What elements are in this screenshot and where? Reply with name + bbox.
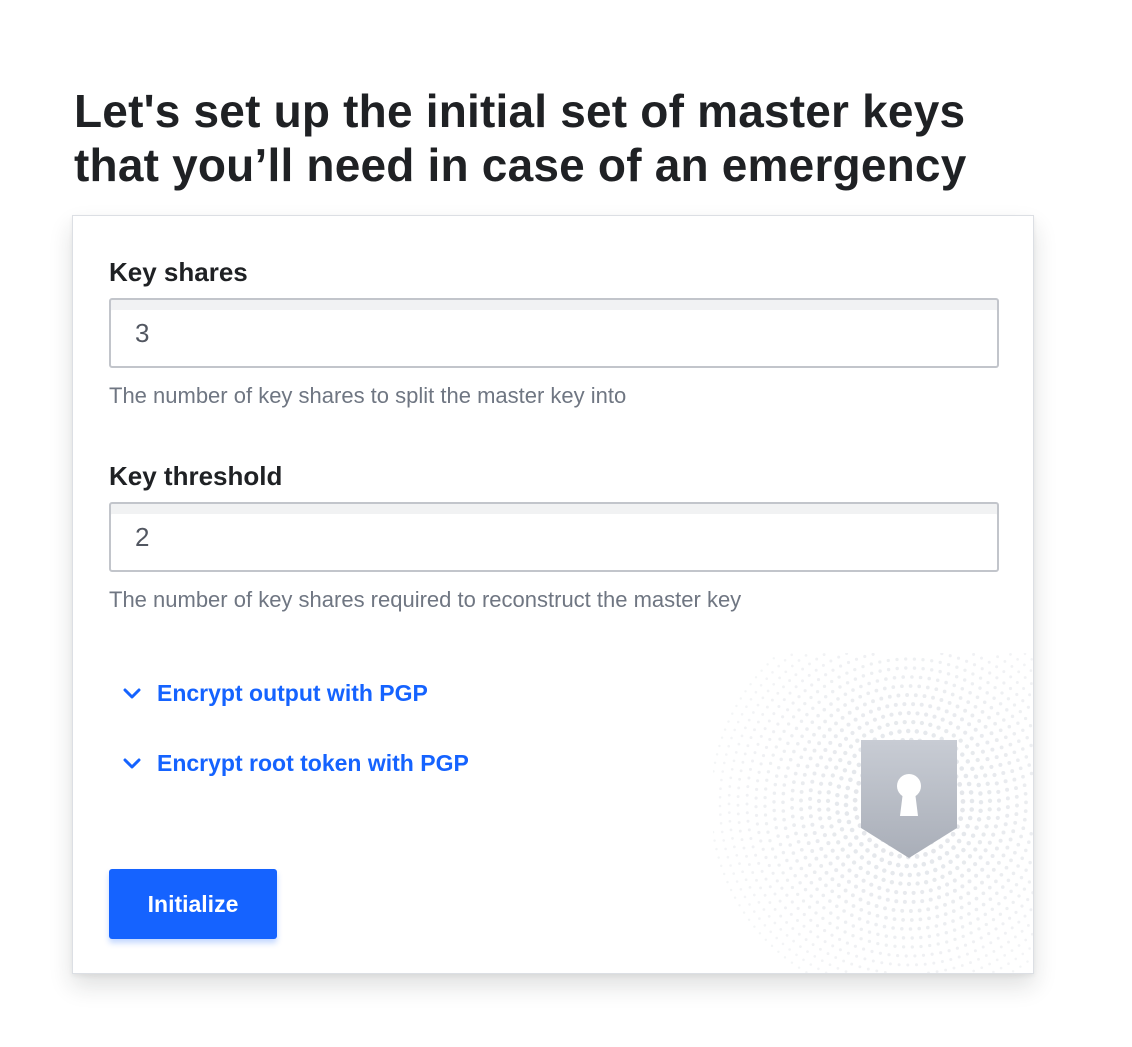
key-threshold-label: Key threshold [109, 461, 283, 491]
key-threshold-field: Key threshold The number of key shares r… [109, 460, 999, 614]
chevron-down-icon [123, 688, 141, 699]
page-title: Let's set up the initial set of master k… [74, 85, 967, 191]
key-shares-field: Key shares The number of key shares to s… [109, 256, 999, 410]
encrypt-root-token-pgp-label: Encrypt root token with PGP [157, 750, 469, 776]
encrypt-output-pgp-label: Encrypt output with PGP [157, 680, 428, 706]
key-threshold-input[interactable] [109, 502, 999, 572]
dotted-pattern-decoration [713, 653, 1033, 973]
keyhole-shield-icon [861, 740, 957, 858]
encrypt-output-pgp-toggle[interactable]: Encrypt output with PGP [119, 678, 428, 708]
key-shares-input[interactable] [109, 298, 999, 368]
chevron-down-icon [123, 758, 141, 769]
key-shares-label: Key shares [109, 257, 248, 287]
init-form-card: Key shares The number of key shares to s… [72, 215, 1034, 974]
encrypt-root-token-pgp-toggle[interactable]: Encrypt root token with PGP [119, 748, 469, 778]
key-shares-help: The number of key shares to split the ma… [109, 383, 627, 408]
initialize-button[interactable]: Initialize [109, 869, 277, 939]
key-threshold-help: The number of key shares required to rec… [109, 587, 742, 612]
